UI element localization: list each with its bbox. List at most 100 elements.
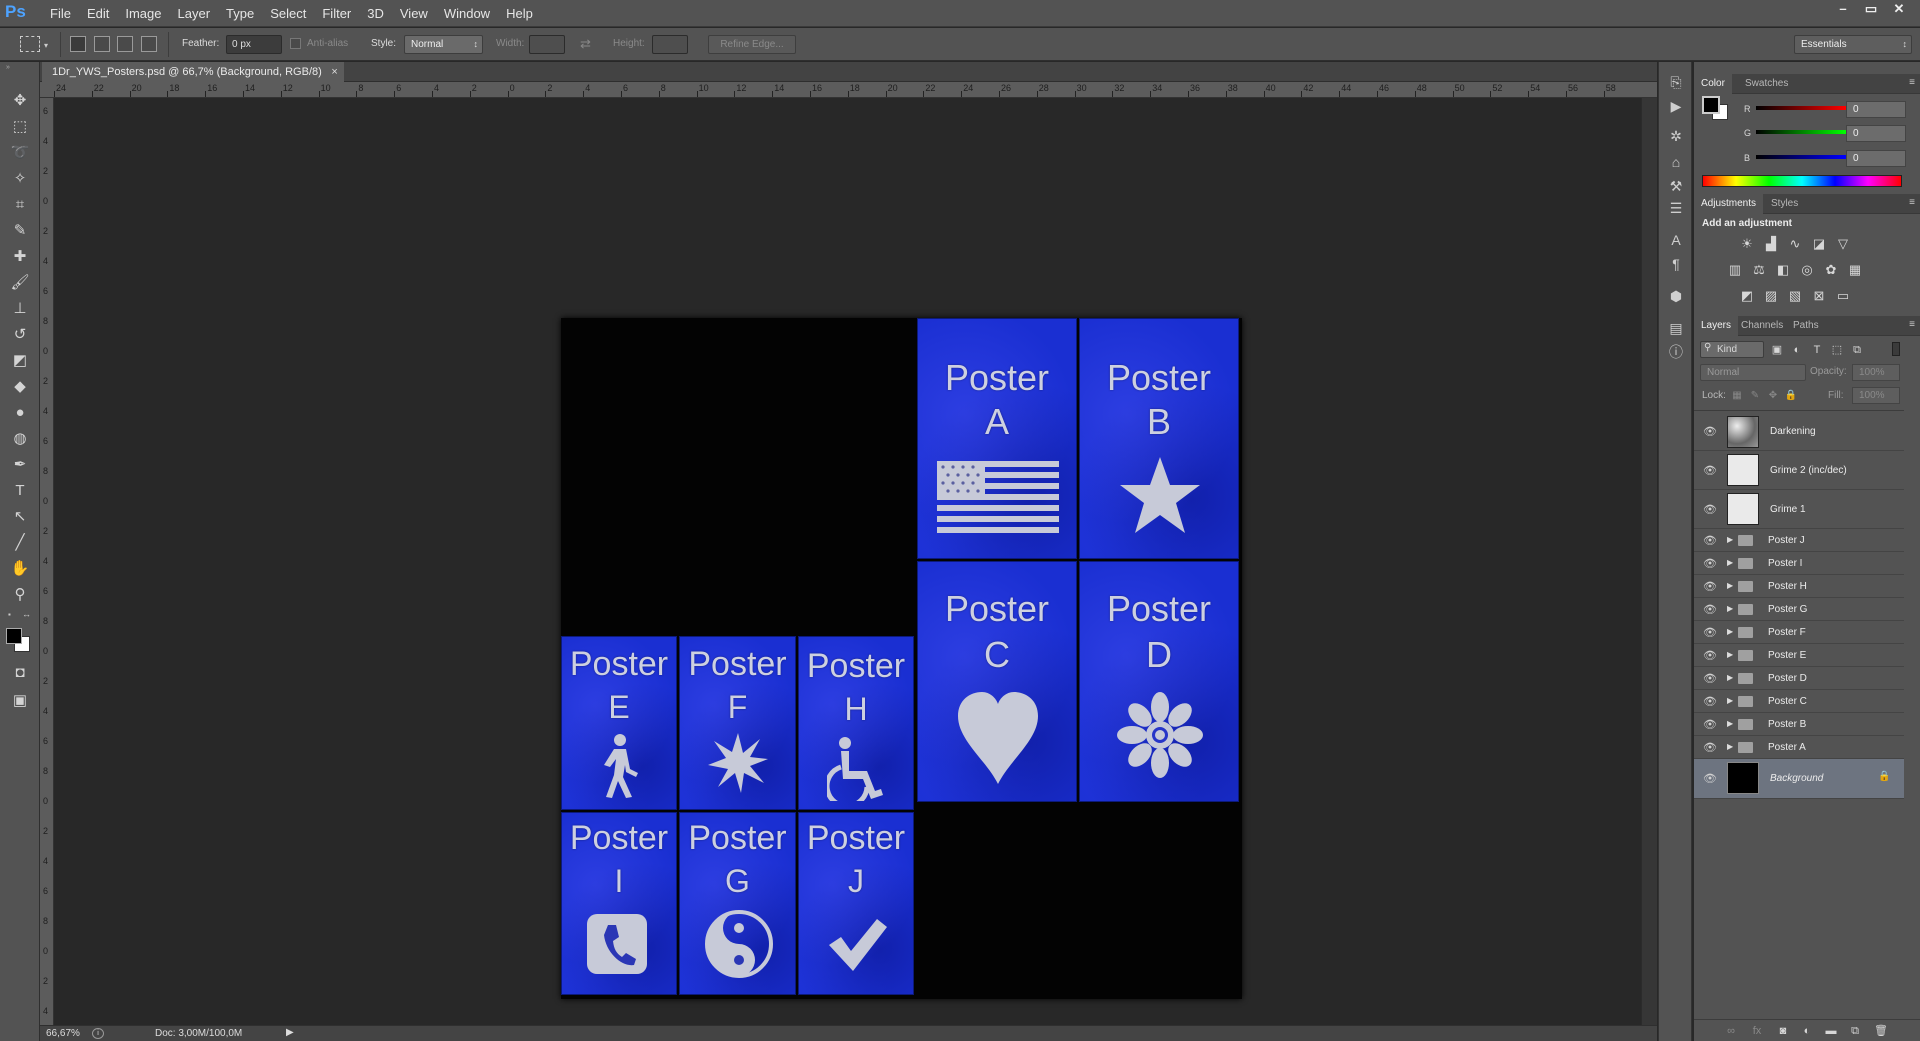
lasso-tool-icon[interactable]: ➰ bbox=[8, 142, 32, 164]
filter-adjustment-icon[interactable]: ◐ bbox=[1788, 342, 1806, 358]
horizontal-ruler[interactable]: 24 22 20 18 16 14 12 10 8 6 4 2 0 2 4 6 8 10 12 14 16 18 20 22 2… bbox=[52, 82, 1657, 98]
expand-arrow-icon[interactable]: ▶ bbox=[1727, 581, 1733, 590]
exposure-icon[interactable]: ◪ bbox=[1810, 236, 1828, 252]
expand-arrow-icon[interactable]: ▶ bbox=[1727, 696, 1733, 705]
new-layer-icon[interactable]: ⧉ bbox=[1846, 1023, 1864, 1039]
lock-transparent-icon[interactable]: ▦ bbox=[1728, 388, 1746, 404]
tab-swatches[interactable]: Swatches bbox=[1738, 74, 1795, 94]
panel-menu-icon[interactable]: ≡ bbox=[1909, 319, 1915, 330]
vertical-scrollbar[interactable] bbox=[1641, 98, 1657, 1025]
menu-edit[interactable]: Edit bbox=[79, 0, 117, 27]
panel-menu-icon[interactable]: ≡ bbox=[1909, 77, 1915, 88]
panel-menu-icon[interactable]: ≡ bbox=[1909, 197, 1915, 208]
layer-group-row[interactable]: 👁 ▶ Poster J bbox=[1694, 529, 1904, 552]
eraser-tool-icon[interactable]: ◩ bbox=[8, 350, 32, 372]
paragraph-icon[interactable]: ¶ bbox=[1666, 254, 1686, 274]
antialias-checkbox[interactable] bbox=[290, 38, 301, 49]
dodge-tool-icon[interactable]: ◍ bbox=[8, 428, 32, 450]
posterize-icon[interactable]: ▨ bbox=[1762, 288, 1780, 304]
layer-row[interactable]: 👁 Darkening bbox=[1694, 413, 1904, 451]
invert-icon[interactable]: ◩ bbox=[1738, 288, 1756, 304]
zoom-tool-icon[interactable]: ⚲ bbox=[8, 584, 32, 606]
pen-tool-icon[interactable]: ✒ bbox=[8, 454, 32, 476]
clone-source-icon[interactable]: ⌂ bbox=[1666, 152, 1686, 172]
restore-button[interactable]: ▭ bbox=[1858, 0, 1884, 20]
hue-saturation-icon[interactable]: ▥ bbox=[1726, 262, 1744, 278]
menu-select[interactable]: Select bbox=[262, 0, 314, 27]
visibility-eye-icon[interactable]: 👁 bbox=[1703, 741, 1717, 754]
expand-arrow-icon[interactable]: ▶ bbox=[1727, 742, 1733, 751]
visibility-eye-icon[interactable]: 👁 bbox=[1703, 672, 1717, 685]
blue-slider[interactable] bbox=[1756, 155, 1846, 159]
expand-arrow-icon[interactable]: ▶ bbox=[1727, 558, 1733, 567]
tool-presets-icon[interactable]: ⚒ bbox=[1666, 176, 1686, 196]
layer-group-row[interactable]: 👁 ▶ Poster C bbox=[1694, 690, 1904, 713]
color-foreground-swatch[interactable] bbox=[1702, 96, 1720, 114]
visibility-eye-icon[interactable]: 👁 bbox=[1703, 580, 1717, 593]
brush-tool-icon[interactable]: 🖌 bbox=[8, 272, 32, 294]
history-icon[interactable]: ⎘ bbox=[1666, 72, 1686, 92]
visibility-eye-icon[interactable]: 👁 bbox=[1703, 772, 1717, 785]
visibility-eye-icon[interactable]: 👁 bbox=[1703, 695, 1717, 708]
visibility-eye-icon[interactable]: 👁 bbox=[1703, 557, 1717, 570]
color-balance-icon[interactable]: ⚖ bbox=[1750, 262, 1768, 278]
line-tool-icon[interactable]: ╱ bbox=[8, 532, 32, 554]
refine-edge-button[interactable]: Refine Edge... bbox=[708, 35, 796, 54]
layer-comps-icon[interactable]: ▤ bbox=[1666, 318, 1686, 338]
layer-group-row[interactable]: 👁 ▶ Poster F bbox=[1694, 621, 1904, 644]
layer-group-row[interactable]: 👁 ▶ Poster H bbox=[1694, 575, 1904, 598]
quick-mask-icon[interactable]: ◘ bbox=[8, 662, 32, 684]
filter-toggle[interactable] bbox=[1892, 342, 1900, 356]
close-button[interactable]: ✕ bbox=[1886, 0, 1912, 20]
expand-arrow-icon[interactable]: ▶ bbox=[1727, 604, 1733, 613]
canvas-area[interactable]: Poster A Poster B Poster C Poster D Post… bbox=[54, 98, 1657, 1025]
visibility-eye-icon[interactable]: 👁 bbox=[1703, 603, 1717, 616]
move-tool-icon[interactable]: ✥ bbox=[8, 90, 32, 112]
tab-color[interactable]: Color bbox=[1694, 74, 1732, 94]
layer-style-icon[interactable]: fx bbox=[1748, 1023, 1766, 1039]
channel-mixer-icon[interactable]: ✿ bbox=[1822, 262, 1840, 278]
swap-width-height-icon[interactable]: ⇄ bbox=[580, 36, 591, 52]
lock-image-icon[interactable]: ✎ bbox=[1746, 388, 1764, 404]
menu-window[interactable]: Window bbox=[436, 0, 498, 27]
actions-play-icon[interactable]: ▶ bbox=[1666, 96, 1686, 116]
feather-input[interactable]: 0 px bbox=[226, 35, 282, 54]
visibility-eye-icon[interactable]: 👁 bbox=[1703, 534, 1717, 547]
subtract-from-selection-icon[interactable] bbox=[117, 36, 133, 52]
expand-arrow-icon[interactable]: ▶ bbox=[1727, 650, 1733, 659]
menu-3d[interactable]: 3D bbox=[359, 0, 392, 27]
filter-shape-icon[interactable]: ⬚ bbox=[1828, 342, 1846, 358]
add-to-selection-icon[interactable] bbox=[94, 36, 110, 52]
visibility-eye-icon[interactable]: 👁 bbox=[1703, 503, 1717, 516]
add-mask-icon[interactable]: ◙ bbox=[1774, 1023, 1792, 1039]
menu-help[interactable]: Help bbox=[498, 0, 541, 27]
menu-type[interactable]: Type bbox=[218, 0, 262, 27]
menu-image[interactable]: Image bbox=[117, 0, 169, 27]
curves-icon[interactable]: ∿ bbox=[1786, 236, 1804, 252]
character-icon[interactable]: A bbox=[1666, 230, 1686, 250]
green-slider[interactable] bbox=[1756, 130, 1846, 134]
crop-tool-icon[interactable]: ⌗ bbox=[8, 194, 32, 216]
filter-smart-object-icon[interactable]: ⧉ bbox=[1848, 342, 1866, 358]
healing-brush-tool-icon[interactable]: ✚ bbox=[8, 246, 32, 268]
swap-colors-icon[interactable]: ↔ bbox=[22, 609, 31, 619]
green-value-input[interactable]: 0 bbox=[1846, 125, 1906, 142]
menu-file[interactable]: File bbox=[42, 0, 79, 27]
filter-type-icon[interactable]: T bbox=[1808, 342, 1826, 358]
chevron-down-icon[interactable]: ▾ bbox=[44, 41, 48, 50]
lock-all-icon[interactable]: 🔒 bbox=[1782, 388, 1800, 404]
black-white-icon[interactable]: ◧ bbox=[1774, 262, 1792, 278]
visibility-eye-icon[interactable]: 👁 bbox=[1703, 649, 1717, 662]
selective-color-icon[interactable]: ⊠ bbox=[1810, 288, 1828, 304]
color-lookup-icon[interactable]: ▦ bbox=[1846, 262, 1864, 278]
hand-tool-icon[interactable]: ✋ bbox=[8, 558, 32, 580]
brush-presets-icon[interactable]: ✲ bbox=[1666, 126, 1686, 146]
height-input[interactable] bbox=[652, 35, 688, 54]
blue-value-input[interactable]: 0 bbox=[1846, 150, 1906, 167]
layer-group-row[interactable]: 👁 ▶ Poster D bbox=[1694, 667, 1904, 690]
document-tab[interactable]: 1Dr_YWS_Posters.psd @ 66,7% (Background,… bbox=[42, 62, 344, 82]
type-tool-icon[interactable]: T bbox=[8, 480, 32, 502]
link-layers-icon[interactable]: ∞ bbox=[1722, 1023, 1740, 1039]
paint-bucket-tool-icon[interactable]: ◆ bbox=[8, 376, 32, 398]
layer-row[interactable]: 👁 Grime 2 (inc/dec) bbox=[1694, 451, 1904, 490]
